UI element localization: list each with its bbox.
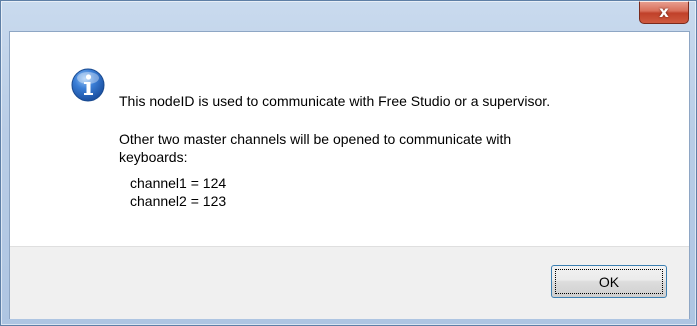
message-line-3: keyboards: bbox=[119, 149, 188, 165]
message-line-1: This nodeID is used to communicate with … bbox=[119, 93, 551, 109]
channel1-text: channel1 = 124 bbox=[130, 175, 227, 191]
channel2-text: channel2 = 123 bbox=[130, 193, 227, 209]
message-line-2: Other two master channels will be opened… bbox=[119, 131, 512, 147]
title-bar[interactable]: x bbox=[1, 1, 696, 31]
close-icon: x bbox=[659, 2, 669, 21]
ok-button[interactable]: OK bbox=[551, 265, 667, 298]
message-area: This nodeID is used to communicate with … bbox=[10, 32, 689, 246]
dialog-client-area: This nodeID is used to communicate with … bbox=[9, 31, 690, 319]
ok-button-label: OK bbox=[598, 273, 620, 290]
message-dialog: x This nodeID is used to communicate wit… bbox=[0, 0, 697, 326]
close-button[interactable]: x bbox=[639, 1, 689, 24]
information-icon bbox=[71, 68, 105, 102]
